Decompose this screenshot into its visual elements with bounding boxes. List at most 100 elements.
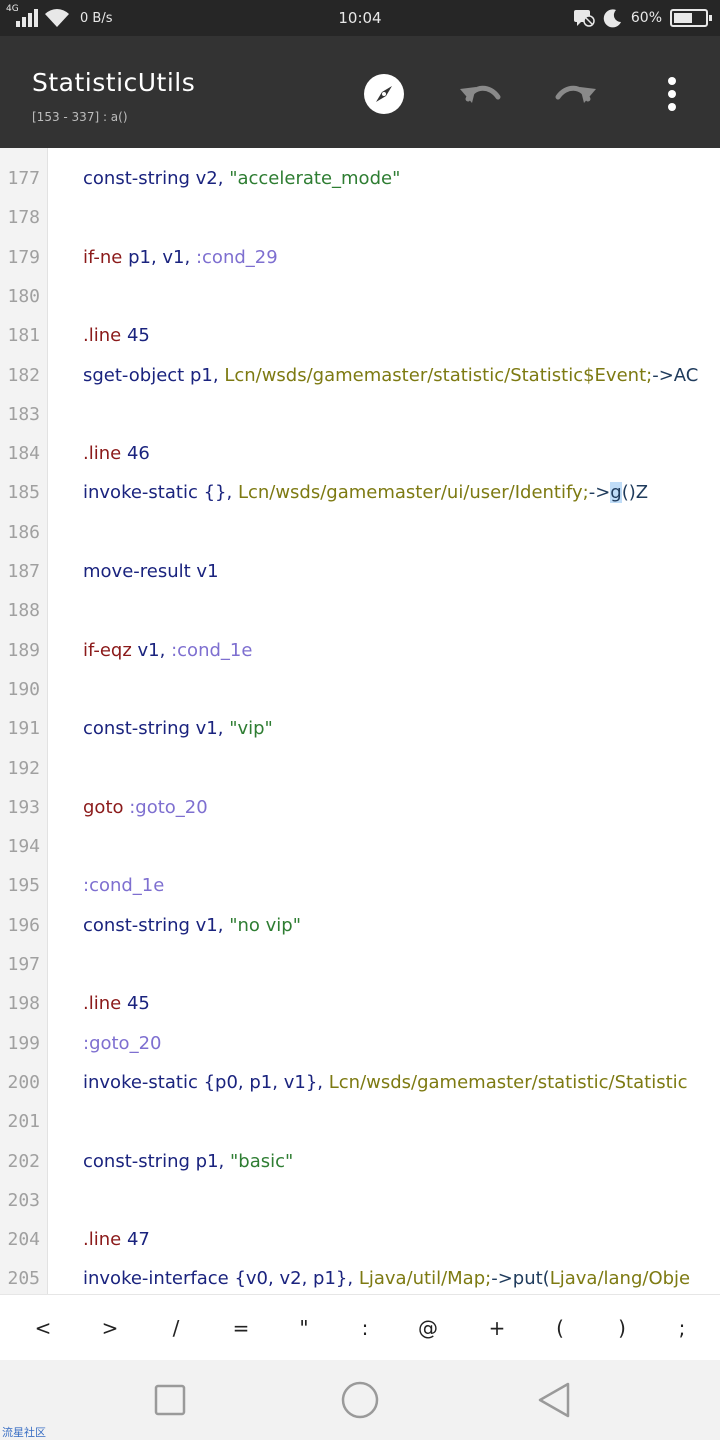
status-right: 60% — [573, 0, 712, 36]
code-line[interactable]: 196 const-string v1, "no vip" — [0, 906, 720, 945]
code-text[interactable]: .line 47 — [83, 1220, 150, 1259]
line-number: 199 — [7, 1032, 40, 1054]
code-line[interactable]: 186 — [0, 513, 720, 552]
code-line[interactable]: 183 — [0, 395, 720, 434]
navigate-button[interactable] — [362, 72, 406, 116]
back-button[interactable] — [534, 1380, 574, 1420]
code-token: p1 — [249, 1071, 273, 1093]
code-line[interactable]: 200 invoke-static {p0, p1, v1}, Lcn/wsds/… — [0, 1063, 720, 1102]
code-line[interactable]: 198 .line 45 — [0, 984, 720, 1023]
code-text[interactable]: .line 46 — [83, 434, 150, 473]
code-line[interactable]: 184 .line 46 — [0, 434, 720, 473]
code-text[interactable]: sget-object p1, Lcn/wsds/gamemaster/stat… — [83, 356, 698, 395]
symbol-key[interactable]: : — [340, 1295, 390, 1361]
symbol-key[interactable]: = — [216, 1295, 266, 1361]
code-text[interactable]: const-string v1, "no vip" — [83, 906, 301, 945]
symbol-key[interactable]: ; — [657, 1295, 707, 1361]
code-token: , — [217, 914, 230, 936]
symbol-key[interactable]: " — [279, 1295, 329, 1361]
code-line[interactable]: 203 — [0, 1181, 720, 1220]
code-editor[interactable]: 177 const-string v2, "accelerate_mode" 178… — [0, 148, 720, 1294]
code-token: ()Z — [621, 482, 649, 504]
code-token: const-string — [83, 168, 196, 189]
code-text[interactable]: invoke-static {}, Lcn/wsds/gamemaster/ui… — [83, 473, 648, 512]
code-line[interactable]: 205 invoke-interface {v0, v2, p1}, Ljava/… — [0, 1259, 720, 1294]
code-line[interactable]: 193 goto :goto_20 — [0, 788, 720, 827]
code-token: v1 — [283, 1071, 306, 1093]
redo-button[interactable] — [554, 72, 598, 116]
symbol-key[interactable]: + — [472, 1295, 522, 1361]
code-token: v2 — [195, 168, 218, 189]
code-text[interactable]: const-string v2, "accelerate_mode" — [83, 159, 400, 198]
line-number: 180 — [7, 285, 40, 307]
code-token: , — [159, 639, 172, 661]
code-line[interactable]: 178 — [0, 198, 720, 237]
code-text[interactable]: invoke-interface {v0, v2, p1}, Ljava/uti… — [83, 1259, 690, 1294]
symbol-key[interactable]: / — [151, 1295, 201, 1361]
code-token: v0 — [245, 1268, 268, 1290]
code-line[interactable]: 182 sget-object p1, Lcn/wsds/gamemaster/s… — [0, 356, 720, 395]
code-line[interactable]: 197 — [0, 945, 720, 984]
code-token: Lcn/wsds/gamemaster/ui/user/Identify; — [237, 482, 589, 504]
symbol-key[interactable]: ( — [535, 1295, 585, 1361]
code-token: {}, — [203, 482, 238, 504]
code-line[interactable]: 201 — [0, 1102, 720, 1141]
code-token: }, — [335, 1268, 359, 1290]
status-bar: 4G 0 B/s 10:04 60% — [0, 0, 720, 36]
code-token: 45 — [126, 325, 150, 347]
code-token: }, — [305, 1071, 329, 1093]
recents-button[interactable] — [150, 1380, 190, 1420]
code-line[interactable]: 190 — [0, 670, 720, 709]
code-text[interactable]: :cond_1e — [83, 866, 164, 905]
code-token: :cond_1e — [171, 639, 253, 661]
battery-icon — [670, 9, 712, 27]
code-text[interactable]: .line 45 — [83, 316, 150, 355]
symbol-key[interactable]: @ — [403, 1295, 453, 1361]
code-text[interactable]: if-eqz v1, :cond_1e — [83, 631, 252, 670]
code-token: "no vip" — [229, 914, 301, 936]
no-disturb-chat-icon — [573, 10, 595, 27]
cursor-selection: g — [610, 482, 622, 504]
code-line[interactable]: 188 — [0, 591, 720, 630]
line-number: 177 — [7, 168, 40, 189]
code-line[interactable]: 195:cond_1e — [0, 866, 720, 905]
code-line[interactable]: 187 move-result v1 — [0, 552, 720, 591]
line-number: 182 — [7, 364, 40, 386]
code-text[interactable]: .line 45 — [83, 984, 150, 1023]
undo-button[interactable] — [458, 72, 502, 116]
code-line[interactable]: 179 if-ne p1, v1, :cond_29 — [0, 238, 720, 277]
code-text[interactable]: :goto_20 — [83, 1024, 161, 1063]
home-button[interactable] — [340, 1380, 380, 1420]
line-number: 185 — [7, 482, 40, 504]
code-text[interactable]: move-result v1 — [83, 552, 219, 591]
code-token: .line — [83, 1229, 127, 1251]
code-text[interactable]: if-ne p1, v1, :cond_29 — [83, 238, 278, 277]
code-token: :cond_1e — [83, 875, 165, 897]
symbol-key[interactable]: < — [18, 1295, 68, 1361]
code-token: v1 — [195, 718, 218, 740]
symbol-key[interactable]: > — [85, 1295, 135, 1361]
redo-icon — [555, 85, 596, 103]
code-line[interactable]: 177 const-string v2, "accelerate_mode" — [0, 159, 720, 198]
code-text[interactable]: const-string p1, "basic" — [83, 1142, 293, 1181]
code-line[interactable]: 199 :goto_20 — [0, 1024, 720, 1063]
code-line[interactable]: 180 — [0, 277, 720, 316]
code-line[interactable]: 185 invoke-static {}, Lcn/wsds/gamemaster… — [0, 473, 720, 512]
code-line[interactable]: 202 const-string p1, "basic" — [0, 1142, 720, 1181]
code-line[interactable]: 181 .line 45 — [0, 316, 720, 355]
code-line[interactable]: 192 — [0, 749, 720, 788]
code-token: Ljava/lang/Obje — [549, 1268, 691, 1290]
code-text[interactable]: goto :goto_20 — [83, 788, 208, 827]
more-options-button[interactable] — [650, 72, 694, 116]
code-token: v1 — [195, 914, 218, 936]
line-number: 184 — [7, 443, 40, 465]
code-line[interactable]: 189 if-eqz v1, :cond_1e — [0, 631, 720, 670]
code-line[interactable]: 204 .line 47 — [0, 1220, 720, 1259]
code-text[interactable]: const-string v1, "vip" — [83, 709, 273, 748]
code-token: :cond_29 — [195, 246, 278, 268]
symbol-key[interactable]: ) — [597, 1295, 647, 1361]
code-text[interactable]: invoke-static {p0, p1, v1}, Lcn/wsds/gam… — [83, 1063, 688, 1102]
code-line[interactable]: 191 const-string v1, "vip" — [0, 709, 720, 748]
line-number: 193 — [7, 796, 40, 818]
code-line[interactable]: 194 — [0, 827, 720, 866]
